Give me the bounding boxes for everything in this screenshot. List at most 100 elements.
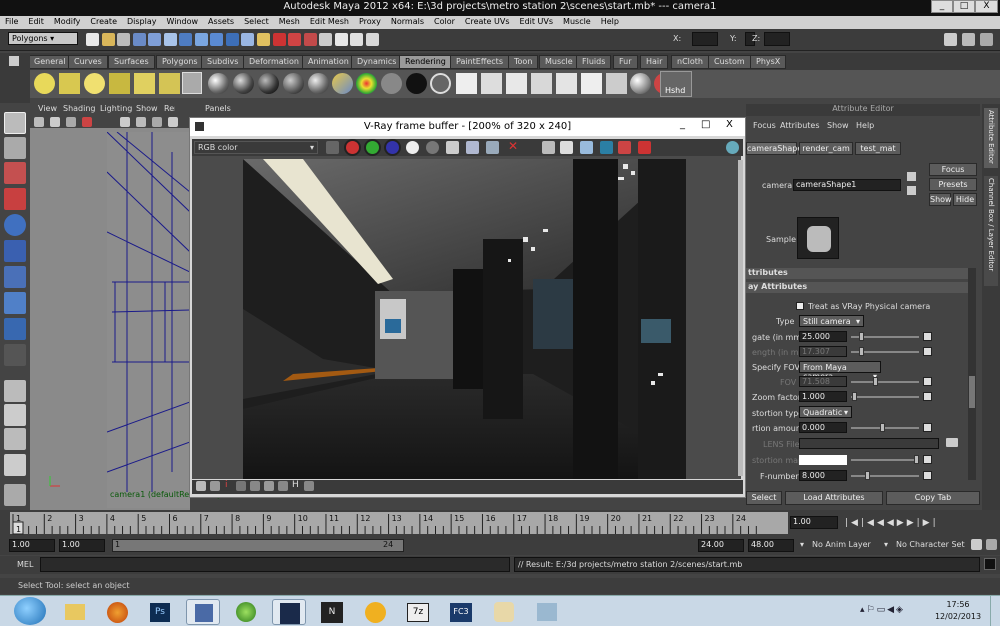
manipulator-tool-icon[interactable] — [4, 266, 26, 288]
film-gate-knob[interactable] — [859, 332, 864, 341]
shelf-tab-subdivs[interactable]: Subdivs — [201, 55, 245, 69]
taskbar-app-green[interactable] — [229, 599, 263, 625]
ab-compare-icon[interactable] — [638, 141, 651, 154]
attr-goto-input-icon[interactable] — [907, 172, 916, 181]
show-info-icon[interactable] — [210, 481, 220, 491]
folder-icon[interactable] — [946, 438, 958, 447]
shelf-tab-toon[interactable]: Toon — [508, 55, 539, 69]
persp-graph-layout-icon[interactable] — [4, 454, 26, 476]
duplicate-vfb-icon[interactable] — [486, 141, 499, 154]
shelf-tab-curves[interactable]: Curves — [68, 55, 108, 69]
shelf-tab-fur[interactable]: Fur — [613, 55, 638, 69]
menu-file[interactable]: File — [0, 16, 23, 26]
snap-live-icon[interactable] — [241, 33, 255, 46]
history-icon[interactable] — [257, 33, 271, 46]
mental-ray-icon[interactable] — [630, 73, 651, 94]
fov-field[interactable]: 71.508 — [799, 376, 847, 387]
curve-icon[interactable] — [250, 481, 260, 491]
current-frame-field[interactable]: 1.00 — [790, 516, 838, 529]
menu-create-uvs[interactable]: Create UVs — [460, 16, 515, 26]
levels-icon[interactable] — [236, 481, 246, 491]
snap-view-icon[interactable] — [225, 33, 239, 46]
srgb-icon[interactable] — [278, 481, 288, 491]
ipr-render-icon[interactable] — [288, 33, 302, 46]
mono-channel-icon[interactable] — [426, 141, 439, 154]
lut-icon[interactable] — [304, 481, 314, 491]
menu-edit-mesh[interactable]: Edit Mesh — [305, 16, 354, 26]
render-layer-icon[interactable] — [606, 73, 627, 94]
hshd-button[interactable]: Hshd — [660, 71, 692, 97]
f-number-slider[interactable] — [851, 475, 919, 477]
menu-mesh[interactable]: Mesh — [274, 16, 305, 26]
surface-shader-icon[interactable] — [430, 73, 451, 94]
shelf-tab-ncloth[interactable]: nCloth — [671, 55, 709, 69]
select-component-icon[interactable] — [163, 33, 177, 46]
taskbar-maya-window[interactable] — [186, 599, 220, 625]
shelf-tab-custom[interactable]: Custom — [708, 55, 751, 69]
time-slider[interactable]: 1 2 3 4 5 6 7 8 9 10 11 12 13 14 15 16 17 18 19 20 21 22 23 24 1… — [0, 510, 1000, 536]
z-field[interactable] — [764, 32, 790, 46]
taskbar-maya[interactable] — [272, 599, 306, 625]
clock-date[interactable]: 12/02/2013 — [930, 612, 986, 621]
f-number-map-button[interactable] — [923, 471, 932, 480]
fov-map-button[interactable] — [923, 377, 932, 386]
viewport-menu-lighting[interactable]: Lighting — [100, 104, 132, 113]
channel-box-side-tab[interactable]: Channel Box / Layer Editor — [984, 176, 998, 286]
menu-select[interactable]: Select — [239, 16, 274, 26]
color-sphere-icon[interactable] — [356, 73, 377, 94]
shelf-menu-icon[interactable] — [9, 56, 19, 66]
hide-button[interactable]: Hide — [953, 193, 977, 206]
vfb-maximize-button[interactable]: □ — [701, 119, 710, 130]
shelf-tab-fluids[interactable]: Fluids — [576, 55, 612, 69]
menuset-dropdown[interactable]: Polygons ▾ — [8, 32, 78, 45]
minimize-button[interactable]: _ — [931, 0, 953, 13]
show-hide-icon[interactable] — [319, 33, 333, 46]
command-input[interactable] — [40, 557, 510, 572]
tray-speaker-icon[interactable]: ◀ — [887, 605, 896, 615]
menu-help[interactable]: Help — [596, 16, 624, 26]
viewport-menu-show[interactable]: Show — [136, 104, 158, 113]
shelf-tab-general[interactable]: General — [28, 55, 72, 69]
wireframe-icon[interactable] — [120, 117, 130, 127]
step-back-key-icon[interactable]: ◀ — [877, 518, 887, 528]
shelf-tab-muscle[interactable]: Muscle — [539, 55, 579, 69]
save-scene-icon[interactable] — [117, 33, 131, 46]
load-attributes-button[interactable]: Load Attributes — [785, 491, 883, 505]
paint-select-tool-icon[interactable] — [4, 162, 26, 184]
mel-label[interactable]: MEL — [17, 560, 33, 569]
panel-icon[interactable] — [962, 33, 975, 46]
snap-curve-icon[interactable] — [194, 33, 208, 46]
attribute-editor-side-tab[interactable]: Attribute Editor — [984, 108, 998, 168]
textured-icon[interactable] — [152, 117, 162, 127]
lasso-tool-icon[interactable] — [4, 137, 26, 159]
channel-dropdown[interactable]: RGB color ▾ — [194, 141, 318, 154]
batch-render-icon[interactable] — [531, 73, 552, 94]
menu-edit-uvs[interactable]: Edit UVs — [515, 16, 559, 26]
shelf-tab-surfaces[interactable]: Surfaces — [108, 55, 155, 69]
section-attributes[interactable]: ttributes — [746, 268, 968, 279]
tab-test-mat[interactable]: test_mat — [855, 142, 901, 155]
film-gate-field[interactable]: 25.000 — [799, 331, 847, 342]
ramp-shader-icon[interactable] — [332, 73, 353, 94]
area-light-icon[interactable] — [134, 73, 155, 94]
spot-light-icon[interactable] — [109, 73, 130, 94]
tray-display-icon[interactable]: ▭ — [877, 605, 888, 615]
render-last-icon[interactable] — [580, 141, 593, 154]
render-settings-shelf-icon[interactable] — [556, 73, 577, 94]
close-button[interactable]: X — [975, 0, 998, 13]
distortion-map-slider[interactable] — [851, 459, 919, 461]
menu-display[interactable]: Display — [122, 16, 162, 26]
point-light-icon[interactable] — [84, 73, 105, 94]
film-gate-map-button[interactable] — [923, 332, 932, 341]
play-forward-icon[interactable]: ▶ — [897, 518, 907, 528]
volume-light-icon[interactable] — [159, 73, 180, 94]
red-channel-icon[interactable] — [346, 141, 359, 154]
camera-field[interactable]: cameraShape1 — [793, 179, 901, 191]
four-pane-layout-icon[interactable] — [4, 404, 26, 426]
snap-grid-icon[interactable] — [179, 33, 193, 46]
load-image-icon[interactable] — [466, 141, 479, 154]
play-back-icon[interactable]: ◀ — [887, 518, 897, 528]
channel-box-icon[interactable] — [365, 33, 379, 46]
outliner-layout-icon[interactable] — [4, 428, 26, 450]
fov-slider[interactable] — [851, 381, 919, 383]
